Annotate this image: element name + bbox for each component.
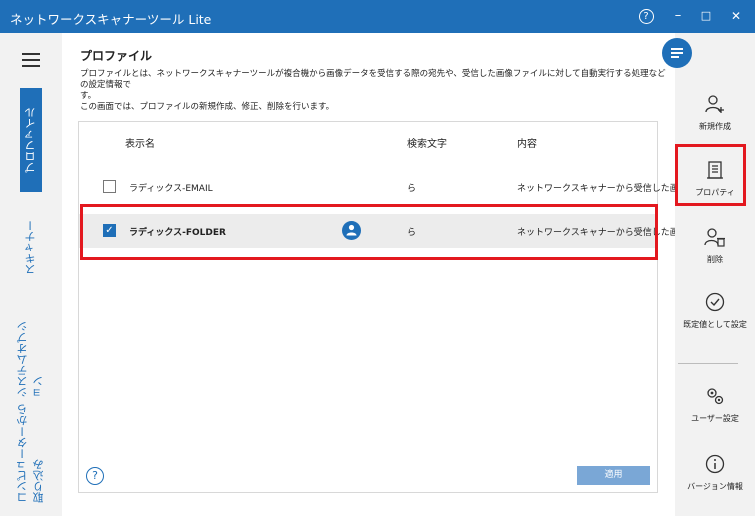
action-panel: 新規作成 プロパティ 削除 既定値として設定 ユーザー設定 バージョン情報 — [675, 33, 755, 516]
column-header-name[interactable]: 表示名 — [125, 135, 155, 150]
row-search: ら — [407, 184, 417, 194]
action-divider — [678, 363, 738, 364]
delete-user-icon — [704, 228, 725, 247]
row-checkbox[interactable] — [103, 180, 116, 193]
profile-table: 表示名 検索文字 内容 ラディックス-EMAIL ら ネットワークスキャナーから… — [78, 121, 688, 493]
row-checkbox[interactable]: ✓ — [103, 224, 116, 237]
version-info-button[interactable]: バージョン情報 — [675, 453, 755, 492]
menu-fab-button[interactable] — [662, 38, 692, 68]
main-content: プロファイル プロファイルとは、ネットワークスキャナーツールが複合機から画像デー… — [62, 33, 688, 516]
info-icon — [705, 454, 725, 474]
row-search: ら — [407, 228, 417, 238]
tab-system-options[interactable]: システムオプション — [16, 318, 45, 398]
tab-profile[interactable]: プロファイル — [20, 88, 42, 192]
row-content: ネットワークスキャナーから受信した画… — [517, 184, 688, 194]
table-row[interactable]: ラディックス-EMAIL ら ネットワークスキャナーから受信した画… — [79, 170, 688, 204]
table-header: 表示名 検索文字 内容 — [79, 122, 657, 158]
properties-button[interactable]: プロパティ — [675, 159, 755, 198]
add-user-icon — [705, 95, 724, 113]
help-icon[interactable]: ? — [86, 467, 104, 485]
maximize-button[interactable]: □ — [694, 5, 718, 27]
help-button[interactable]: ? — [634, 5, 658, 27]
row-name: ラディックス-EMAIL — [129, 184, 213, 194]
close-button[interactable]: ✕ — [724, 5, 748, 27]
column-header-content[interactable]: 内容 — [517, 135, 537, 150]
new-button[interactable]: 新規作成 — [675, 93, 755, 132]
delete-button[interactable]: 削除 — [675, 226, 755, 265]
hamburger-menu-icon[interactable] — [22, 53, 40, 67]
gears-icon — [707, 388, 724, 405]
column-header-search[interactable]: 検索文字 — [407, 135, 447, 150]
minimize-button[interactable]: – — [666, 5, 690, 27]
title-bar: ネットワークスキャナーツール Lite ? – □ ✕ — [0, 0, 755, 33]
tab-import-from-computer[interactable]: コンピューターから取り込み — [16, 398, 45, 503]
help-icon: ? — [638, 9, 654, 24]
left-navigation: プロファイル スキャナー システムオプション コンピューターから取り込み — [0, 33, 62, 516]
page-description: プロファイルとは、ネットワークスキャナーツールが複合機から画像データを受信する際… — [80, 69, 666, 112]
user-icon — [342, 221, 361, 240]
table-row[interactable]: ✓ ラディックス-FOLDER ら ネットワークスキャナーから受信した画… — [79, 214, 688, 248]
page-title: プロファイル — [80, 49, 153, 63]
set-default-button[interactable]: 既定値として設定 — [675, 291, 755, 330]
window-title: ネットワークスキャナーツール Lite — [10, 12, 212, 27]
row-content: ネットワークスキャナーから受信した画… — [517, 228, 688, 238]
apply-button[interactable]: 適用 — [577, 466, 650, 485]
tab-scanner[interactable]: スキャナー — [20, 218, 42, 278]
user-settings-button[interactable]: ユーザー設定 — [675, 385, 755, 424]
properties-icon — [707, 161, 723, 179]
check-circle-icon — [705, 292, 725, 312]
checkmark-icon: ✓ — [105, 225, 114, 236]
row-name: ラディックス-FOLDER — [129, 228, 226, 238]
